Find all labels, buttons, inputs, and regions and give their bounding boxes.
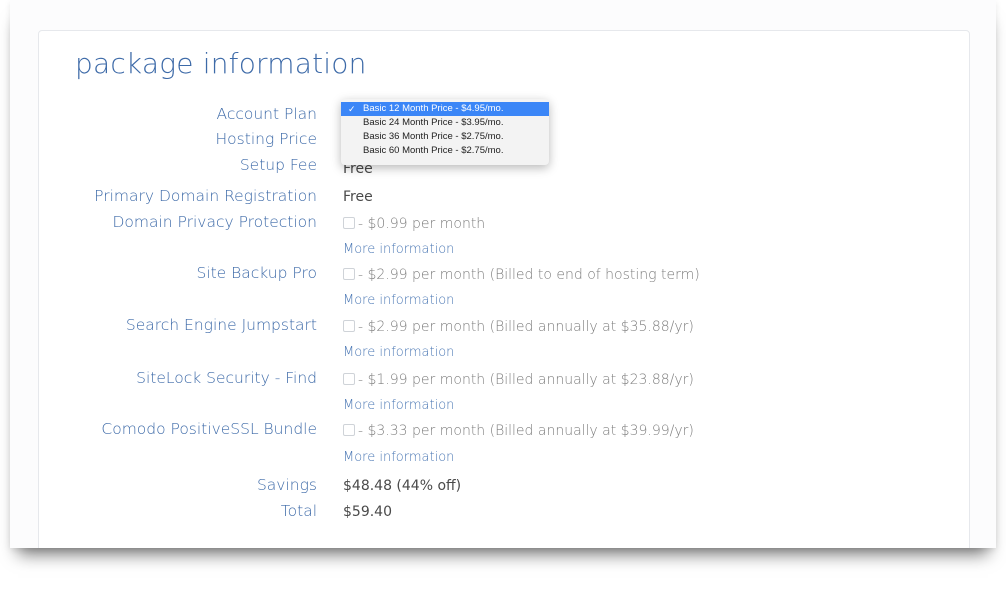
site-backup-checkbox[interactable] — [343, 268, 355, 280]
primary-domain-value: Free — [343, 189, 373, 205]
sitelock-label: SiteLock Security - Find — [136, 369, 317, 387]
comodo-checkbox[interactable] — [343, 424, 355, 436]
primary-domain-label: Primary Domain Registration — [94, 187, 317, 205]
setup-fee-label: Setup Fee — [239, 156, 317, 174]
domain-privacy-label: Domain Privacy Protection — [112, 213, 317, 231]
account-plan-label: Account Plan — [216, 105, 318, 123]
site-backup-option: - $2.99 per month (Billed to end of host… — [343, 267, 700, 283]
comodo-price: - $3.33 per month (Billed annually at $3… — [358, 423, 694, 439]
search-engine-option: - $2.99 per month (Billed annually at $3… — [343, 319, 694, 335]
checkmark-icon: ✓ — [348, 104, 356, 114]
account-plan-dropdown[interactable]: ✓ Basic 12 Month Price - $4.95/mo. Basic… — [341, 99, 549, 165]
savings-value: $48.48 (44% off) — [343, 478, 462, 494]
site-backup-price: - $2.99 per month (Billed to end of host… — [358, 267, 700, 283]
search-engine-label: Search Engine Jumpstart — [125, 316, 317, 334]
plan-option-60-month[interactable]: Basic 60 Month Price - $2.75/mo. — [341, 144, 549, 158]
total-label: Total — [280, 502, 317, 520]
search-engine-price: - $2.99 per month (Billed annually at $3… — [358, 319, 694, 335]
total-value: $59.40 — [343, 504, 392, 520]
sitelock-checkbox[interactable] — [343, 373, 355, 385]
plan-option-label: Basic 60 Month Price - $2.75/mo. — [363, 145, 504, 156]
search-engine-more-link[interactable]: More information — [343, 345, 454, 360]
package-information-card: package information Account Plan Hosting… — [38, 30, 970, 548]
sitelock-more-link[interactable]: More information — [343, 398, 454, 413]
search-engine-checkbox[interactable] — [343, 320, 355, 332]
screenshot-frame: package information Account Plan Hosting… — [10, 0, 996, 548]
plan-option-label: Basic 12 Month Price - $4.95/mo. — [363, 103, 504, 114]
domain-privacy-more-link[interactable]: More information — [343, 242, 454, 257]
plan-option-24-month[interactable]: Basic 24 Month Price - $3.95/mo. — [341, 116, 549, 130]
comodo-label: Comodo PositiveSSL Bundle — [101, 420, 317, 438]
comodo-option: - $3.33 per month (Billed annually at $3… — [343, 423, 694, 439]
plan-option-label: Basic 24 Month Price - $3.95/mo. — [363, 117, 504, 128]
plan-option-12-month[interactable]: ✓ Basic 12 Month Price - $4.95/mo. — [341, 102, 549, 116]
plan-option-36-month[interactable]: Basic 36 Month Price - $2.75/mo. — [341, 130, 549, 144]
sitelock-option: - $1.99 per month (Billed annually at $2… — [343, 372, 694, 388]
domain-privacy-option: - $0.99 per month — [343, 216, 485, 232]
plan-option-label: Basic 36 Month Price - $2.75/mo. — [363, 131, 504, 142]
site-backup-more-link[interactable]: More information — [343, 293, 454, 308]
domain-privacy-price: - $0.99 per month — [358, 216, 486, 232]
site-backup-label: Site Backup Pro — [196, 264, 317, 282]
savings-label: Savings — [256, 476, 317, 494]
comodo-more-link[interactable]: More information — [343, 450, 454, 465]
section-title: package information — [75, 47, 367, 80]
sitelock-price: - $1.99 per month (Billed annually at $2… — [358, 372, 694, 388]
domain-privacy-checkbox[interactable] — [343, 217, 355, 229]
hosting-price-label: Hosting Price — [215, 130, 317, 148]
